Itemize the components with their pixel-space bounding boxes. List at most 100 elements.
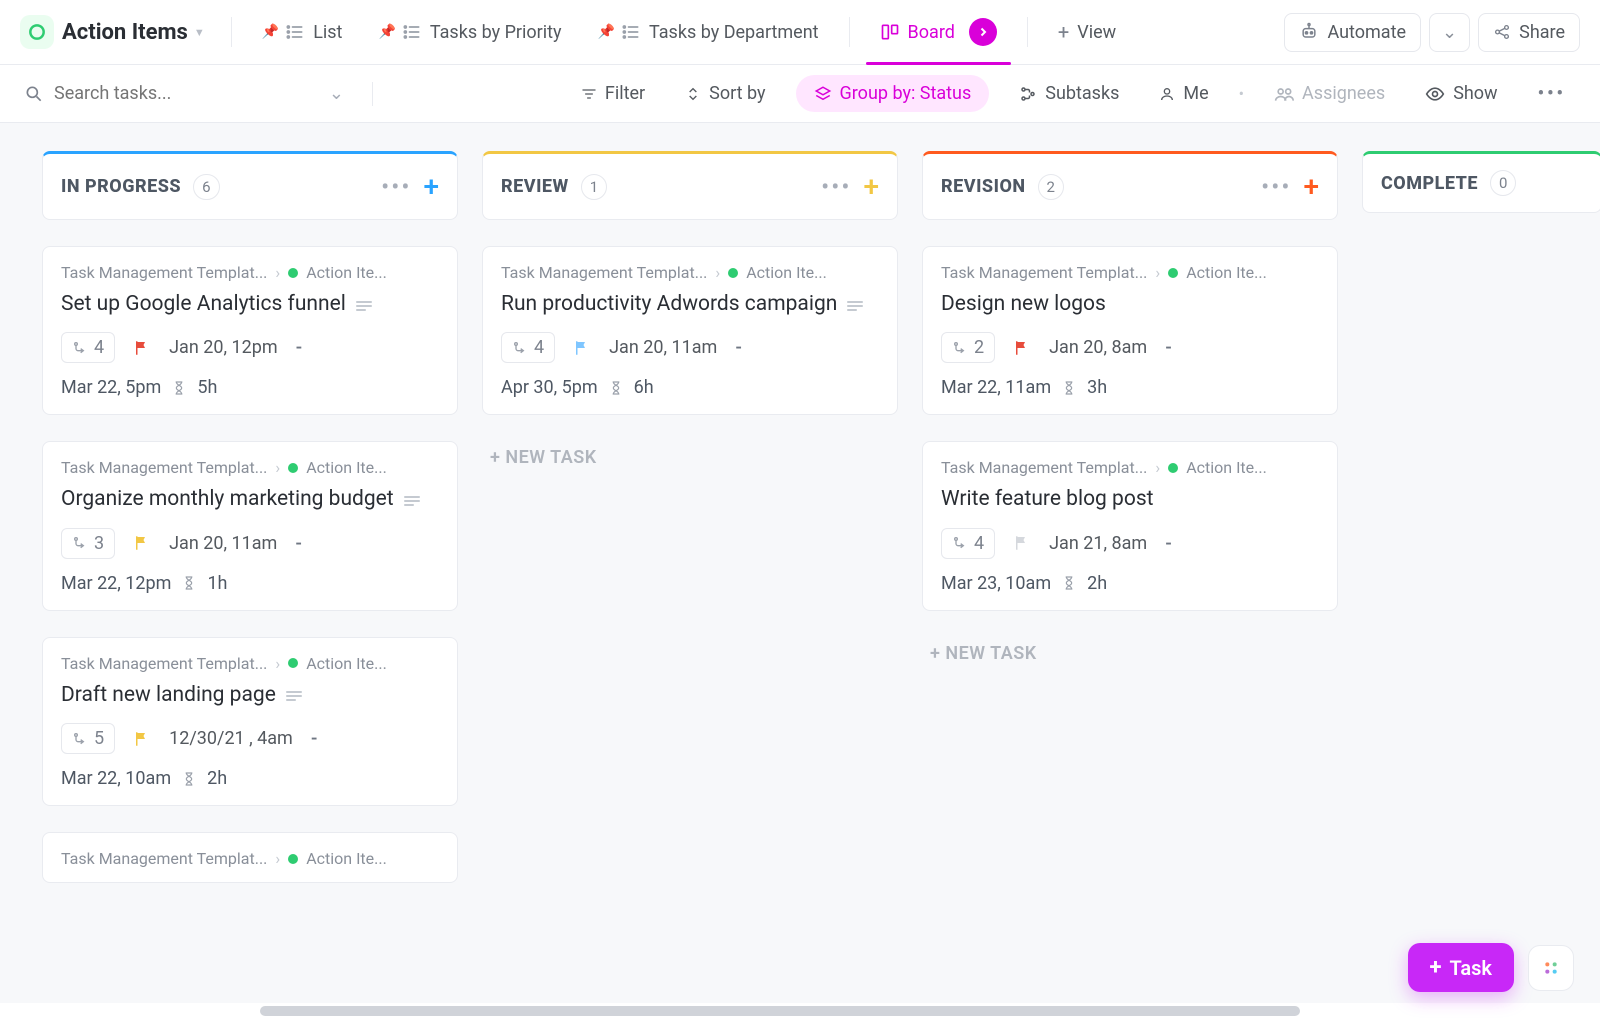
sort-label: Sort by (709, 83, 765, 104)
column-add-button[interactable]: + (423, 170, 439, 203)
chevron-right-icon: › (275, 263, 280, 282)
add-view-button[interactable]: + View (1044, 12, 1130, 52)
new-task-button[interactable]: + NEW TASK (482, 441, 898, 474)
column-count: 0 (1490, 170, 1516, 196)
subtask-count[interactable]: 4 (61, 332, 115, 363)
priority-flag-icon (133, 730, 151, 748)
status-dot-icon (288, 463, 298, 473)
horizontal-scrollbar[interactable] (260, 1006, 1300, 1016)
column-count: 2 (1038, 174, 1064, 200)
list-icon (285, 22, 305, 42)
subtask-count[interactable]: 2 (941, 332, 995, 363)
column-count: 1 (581, 174, 607, 200)
view-list[interactable]: 📌 List (248, 14, 357, 51)
crumb-project: Task Management Templat... (61, 458, 267, 477)
column-more-icon[interactable]: ••• (1261, 173, 1291, 201)
column-more-icon[interactable]: ••• (821, 173, 851, 201)
estimate: 6h (634, 377, 654, 398)
pin-icon: 📌 (262, 24, 279, 40)
column-add-button[interactable]: + (863, 170, 879, 203)
groupby-button[interactable]: Group by: Status (796, 75, 990, 112)
chevron-right-icon: › (1155, 458, 1160, 477)
pin-icon: 📌 (598, 24, 615, 40)
new-task-button[interactable]: + NEW TASK (922, 637, 1338, 670)
search-input[interactable] (54, 83, 294, 104)
filter-button[interactable]: Filter (571, 77, 655, 110)
chevron-right-icon: › (275, 458, 280, 477)
share-button[interactable]: Share (1478, 13, 1580, 52)
me-button[interactable]: Me (1149, 77, 1218, 110)
column-count: 6 (193, 174, 219, 200)
new-task-fab[interactable]: + Task (1408, 943, 1515, 992)
task-card[interactable]: Task Management Templat... › Action Ite.… (482, 246, 898, 415)
status-dot-icon (288, 658, 298, 668)
view-board[interactable]: Board (866, 10, 1011, 54)
subtask-count[interactable]: 5 (61, 723, 115, 754)
more-icon: ••• (1538, 83, 1566, 104)
subtask-count[interactable]: 3 (61, 528, 115, 559)
page-title[interactable]: Action Items ▼ (62, 20, 205, 45)
crumb-project: Task Management Templat... (501, 263, 707, 282)
estimate: 5h (197, 377, 217, 398)
automate-button[interactable]: Automate (1284, 13, 1421, 52)
groupby-label: Group by: Status (840, 83, 972, 104)
share-label: Share (1519, 22, 1565, 43)
task-title: Draft new landing page (61, 683, 276, 707)
task-title: Design new logos (941, 292, 1106, 316)
estimate: 3h (1087, 377, 1107, 398)
priority-flag-icon (133, 534, 151, 552)
column-add-button[interactable]: + (1303, 170, 1319, 203)
subtask-count[interactable]: 4 (501, 332, 555, 363)
more-options[interactable]: ••• (1528, 77, 1576, 110)
breadcrumb: Task Management Templat... › Action Ite.… (61, 458, 439, 477)
column-more-icon[interactable]: ••• (381, 173, 411, 201)
filter-icon (581, 86, 597, 102)
assignees-button[interactable]: Assignees (1264, 77, 1395, 110)
circle-icon (27, 22, 47, 42)
filter-bar: ⌄ Filter Sort by Group by: Status Subtas… (0, 65, 1600, 123)
automate-dropdown[interactable]: ⌄ (1429, 13, 1470, 52)
subtasks-button[interactable]: Subtasks (1009, 77, 1129, 110)
people-icon (1274, 84, 1294, 104)
breadcrumb: Task Management Templat... › Action Ite.… (501, 263, 879, 282)
done-date: Mar 22, 12pm (61, 573, 171, 594)
chevron-right-icon: › (1155, 263, 1160, 282)
subtask-count[interactable]: 4 (941, 528, 995, 559)
search-icon (24, 84, 44, 104)
show-button[interactable]: Show (1415, 77, 1507, 110)
due-date: Jan 20, 11am (609, 337, 717, 358)
search-group: ⌄ (24, 83, 344, 104)
list-icon (402, 22, 422, 42)
task-card[interactable]: Task Management Templat... › Action Ite.… (922, 246, 1338, 415)
forward-icon[interactable] (969, 18, 997, 46)
view-priority[interactable]: 📌 Tasks by Priority (364, 14, 575, 51)
status-dot-icon (728, 268, 738, 278)
hourglass-icon (181, 769, 197, 789)
priority-flag-icon (573, 339, 591, 357)
breadcrumb: Task Management Templat... › Action Ite.… (61, 654, 439, 673)
task-title: Set up Google Analytics funnel (61, 292, 346, 316)
sort-button[interactable]: Sort by (675, 77, 775, 110)
column-header: COMPLETE 0 (1362, 151, 1600, 213)
board-column-review: REVIEW 1 ••• + Task Management Templat..… (482, 151, 898, 474)
task-card[interactable]: Task Management Templat... › Action Ite.… (922, 441, 1338, 610)
view-department[interactable]: 📌 Tasks by Department (584, 14, 833, 51)
task-card[interactable]: Task Management Templat... › Action Ite.… (42, 832, 458, 883)
crumb-list: Action Ite... (746, 263, 827, 282)
priority-flag-icon (1013, 534, 1031, 552)
crumb-project: Task Management Templat... (61, 263, 267, 282)
column-header: IN PROGRESS 6 ••• + (42, 151, 458, 220)
estimate: 2h (207, 768, 227, 789)
filter-label: Filter (605, 83, 645, 104)
apps-fab[interactable] (1528, 945, 1574, 991)
task-card[interactable]: Task Management Templat... › Action Ite.… (42, 637, 458, 806)
task-title: Run productivity Adwords campaign (501, 292, 837, 316)
task-card[interactable]: Task Management Templat... › Action Ite.… (42, 441, 458, 610)
me-label: Me (1183, 83, 1208, 104)
chevron-down-icon[interactable]: ⌄ (329, 83, 344, 104)
view-label: Tasks by Priority (430, 22, 562, 43)
hourglass-icon (1061, 573, 1077, 593)
status-dot-icon (288, 854, 298, 864)
crumb-list: Action Ite... (1186, 458, 1267, 477)
task-card[interactable]: Task Management Templat... › Action Ite.… (42, 246, 458, 415)
